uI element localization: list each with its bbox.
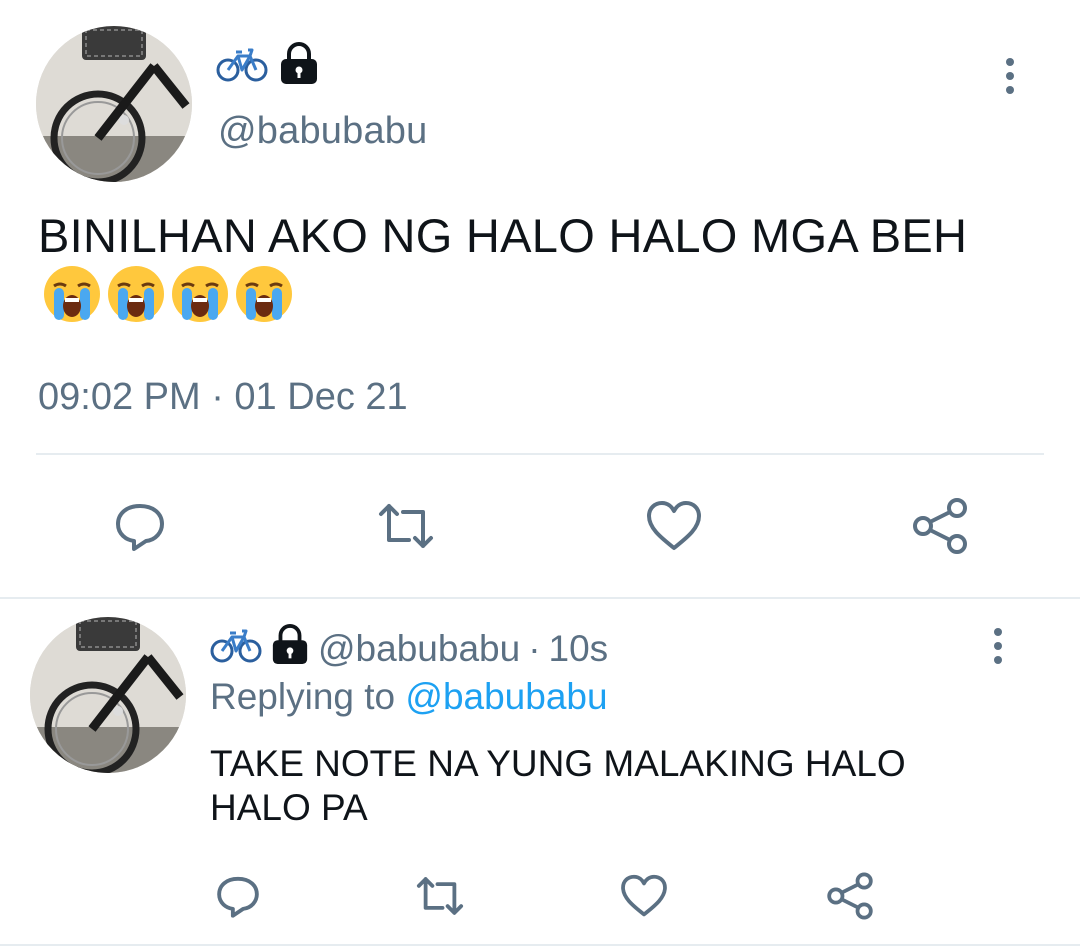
reply-button[interactable]: [104, 494, 176, 558]
replying-to: Replying to @babubabu: [210, 676, 608, 718]
tweet-text: BINILHAN AKO NG HALO HALO MGA BEH: [38, 208, 978, 336]
share-icon: [827, 872, 873, 920]
like-button[interactable]: [638, 494, 710, 558]
reply-icon: [116, 504, 164, 551]
reply-avatar[interactable]: [30, 617, 186, 773]
reply-text: TAKE NOTE NA YUNG MALAKING HALO HALO PA: [210, 743, 906, 828]
like-icon: [621, 874, 667, 917]
timestamp[interactable]: 09:02 PM · 01 Dec 21: [38, 376, 408, 419]
divider: [0, 597, 1080, 599]
reply-header: @babubabu · 10s: [210, 623, 609, 675]
reply-more-options-icon[interactable]: [994, 628, 1002, 664]
loudly-crying-face-icon: [106, 264, 166, 336]
tweet-text-content: BINILHAN AKO NG HALO HALO MGA BEH: [38, 209, 968, 262]
loudly-crying-face-icon: [170, 264, 230, 336]
share-icon: [913, 498, 967, 554]
bicycle-icon: [216, 44, 268, 89]
reply-retweet-button[interactable]: [408, 866, 472, 926]
loudly-crying-face-icon: [234, 264, 294, 336]
reply-like-button[interactable]: [614, 866, 674, 926]
reply-icon: [217, 876, 259, 918]
share-button[interactable]: [904, 494, 976, 558]
avatar[interactable]: [36, 26, 192, 182]
bicycle-icon: [210, 625, 262, 674]
reply-reply-button[interactable]: [208, 866, 268, 926]
retweet-icon: [379, 504, 433, 548]
like-icon: [647, 501, 701, 550]
handle[interactable]: @babubabu: [218, 110, 427, 153]
loudly-crying-face-icon: [42, 264, 102, 336]
divider: [0, 944, 1080, 946]
retweet-icon: [416, 877, 464, 915]
reply-handle[interactable]: @babubabu: [318, 628, 520, 670]
reply-time[interactable]: 10s: [549, 628, 609, 670]
retweet-button[interactable]: [368, 494, 444, 558]
replying-to-mention[interactable]: @babubabu: [405, 676, 607, 717]
divider: [36, 453, 1044, 455]
lock-icon: [270, 623, 310, 675]
display-name[interactable]: [216, 40, 320, 92]
reply-share-button[interactable]: [820, 866, 880, 926]
more-options-icon[interactable]: [1006, 58, 1014, 94]
replying-to-label: Replying to: [210, 676, 396, 717]
time-separator: ·: [528, 628, 541, 669]
lock-icon: [278, 41, 320, 91]
